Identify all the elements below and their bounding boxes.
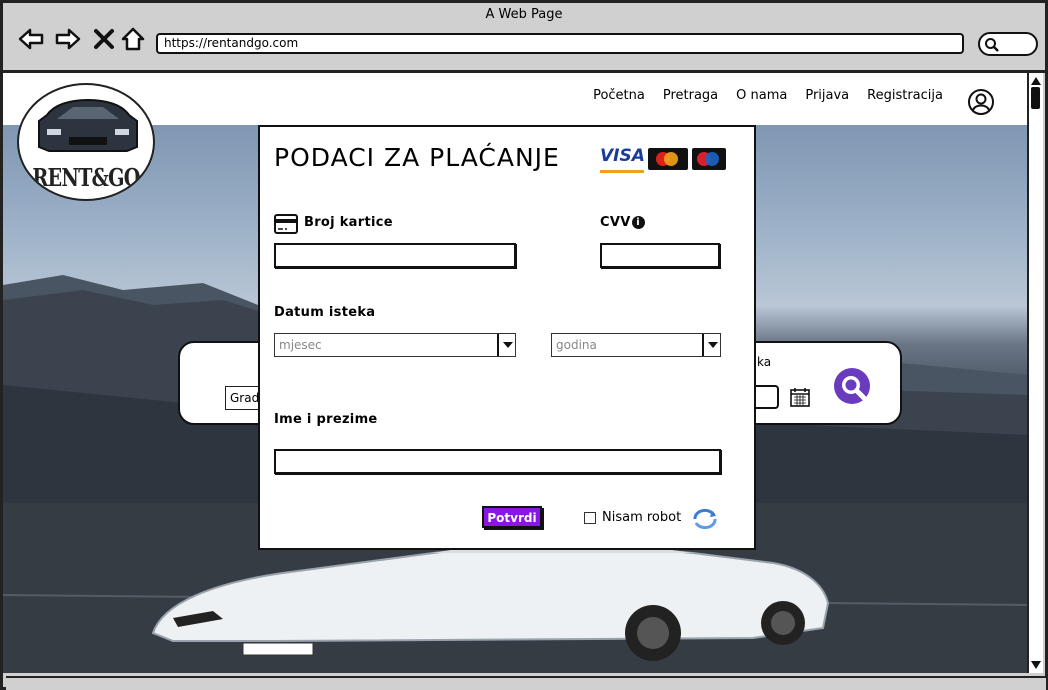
- home-icon[interactable]: [119, 25, 147, 53]
- forward-arrow-icon[interactable]: [54, 25, 82, 53]
- calendar-icon[interactable]: [789, 386, 811, 408]
- nav-link-prijava[interactable]: Prijava: [805, 88, 849, 103]
- address-bar[interactable]: https://rentandgo.com: [156, 33, 964, 54]
- chevron-down-icon[interactable]: [702, 334, 720, 356]
- close-icon[interactable]: [90, 25, 118, 53]
- recaptcha-icon: [693, 509, 717, 529]
- user-icon[interactable]: [966, 87, 996, 117]
- search-button-icon[interactable]: [832, 366, 876, 410]
- info-icon[interactable]: i: [631, 216, 645, 229]
- chevron-down-icon[interactable]: [497, 334, 515, 356]
- nav-link-pretraga[interactable]: Pretraga: [663, 88, 718, 103]
- month-placeholder: mjesec: [279, 338, 322, 352]
- maestro-logo: [692, 148, 726, 170]
- mastercard-logo: [648, 148, 688, 170]
- rent-and-go-logo[interactable]: RENT&GO: [17, 83, 155, 201]
- scroll-thumb[interactable]: [1031, 87, 1040, 109]
- nav-link-o-nama[interactable]: O nama: [736, 88, 787, 103]
- confirm-button[interactable]: Potvrdi: [482, 506, 542, 528]
- logo-text: RENT&GO: [32, 163, 140, 192]
- cvv-input[interactable]: [600, 243, 720, 268]
- card-brand-logos: VISA: [600, 145, 726, 173]
- scroll-down-icon[interactable]: [1030, 659, 1042, 671]
- year-placeholder: godina: [556, 338, 597, 352]
- main-nav: Početna Pretraga O nama Prijava Registra…: [593, 88, 943, 103]
- site-header: Početna Pretraga O nama Prijava Registra…: [3, 73, 1027, 125]
- search-icon: [985, 38, 999, 52]
- scroll-up-icon[interactable]: [1030, 75, 1042, 87]
- not-robot-checkbox[interactable]: [584, 511, 596, 524]
- expiry-label: Datum isteka: [274, 305, 376, 320]
- browser-titlebar: A Web Page https://rentandgo.com: [3, 3, 1045, 73]
- modal-title: PODACI ZA PLAĆANJE: [274, 143, 560, 172]
- return-date-label-partial: ka: [757, 355, 772, 369]
- full-name-input[interactable]: [274, 449, 721, 474]
- browser-search-box[interactable]: [978, 32, 1038, 56]
- captcha-group: Nisam robot: [584, 510, 681, 525]
- card-number-input[interactable]: [274, 243, 516, 268]
- credit-card-icon: [274, 214, 298, 234]
- payment-modal: PODACI ZA PLAĆANJE VISA Broj kartice CVV…: [258, 125, 756, 550]
- nav-link-registracija[interactable]: Registracija: [867, 88, 943, 103]
- card-number-label: Broj kartice: [304, 215, 393, 230]
- back-arrow-icon[interactable]: [17, 25, 45, 53]
- browser-statusbar: [6, 676, 1046, 690]
- nav-link-pocetna[interactable]: Početna: [593, 88, 645, 103]
- return-date-field[interactable]: [755, 385, 779, 409]
- expiry-year-select[interactable]: godina: [551, 333, 721, 357]
- cvv-label-group: CVV i: [600, 215, 645, 230]
- visa-logo: VISA: [600, 145, 645, 173]
- vertical-scrollbar[interactable]: [1027, 73, 1043, 673]
- not-robot-label: Nisam robot: [602, 510, 682, 525]
- web-page: Početna Pretraga O nama Prijava Registra…: [3, 73, 1027, 673]
- full-name-label: Ime i prezime: [274, 412, 378, 427]
- window-title: A Web Page: [485, 7, 563, 22]
- expiry-month-select[interactable]: mjesec: [274, 333, 516, 357]
- cvv-label: CVV: [600, 215, 631, 230]
